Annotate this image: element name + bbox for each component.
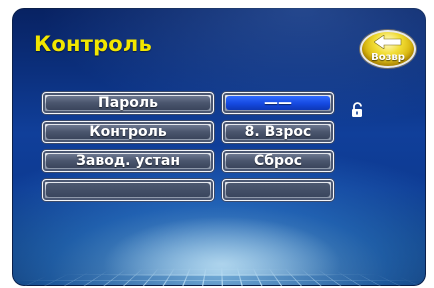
control-mode-label: 8. Взрос xyxy=(245,124,312,140)
back-button[interactable]: Возвр xyxy=(360,30,416,68)
password-field-value: —— xyxy=(264,95,292,111)
control-mode-value[interactable]: 8. Взрос xyxy=(222,121,334,143)
empty-right-button[interactable] xyxy=(222,179,334,201)
factory-settings-button[interactable]: Завод. устан xyxy=(42,150,214,172)
left-arrow-icon xyxy=(374,35,402,49)
reset-button[interactable]: Сброс xyxy=(222,150,334,172)
page-title: Контроль xyxy=(34,32,152,56)
empty-left-button[interactable] xyxy=(42,179,214,201)
password-button-label: Пароль xyxy=(98,95,158,111)
control-button-label: Контроль xyxy=(89,124,167,140)
control-screen: Контроль Возвр Пароль Контроль Завод. ус… xyxy=(12,8,426,286)
open-lock-icon xyxy=(350,102,366,118)
password-button[interactable]: Пароль xyxy=(42,92,214,114)
grid-floor-decoration xyxy=(12,261,426,286)
control-button[interactable]: Контроль xyxy=(42,121,214,143)
password-field[interactable]: —— xyxy=(222,92,334,114)
factory-settings-button-label: Завод. устан xyxy=(76,153,180,169)
back-button-label: Возвр xyxy=(362,52,414,63)
reset-button-label: Сброс xyxy=(254,153,302,169)
